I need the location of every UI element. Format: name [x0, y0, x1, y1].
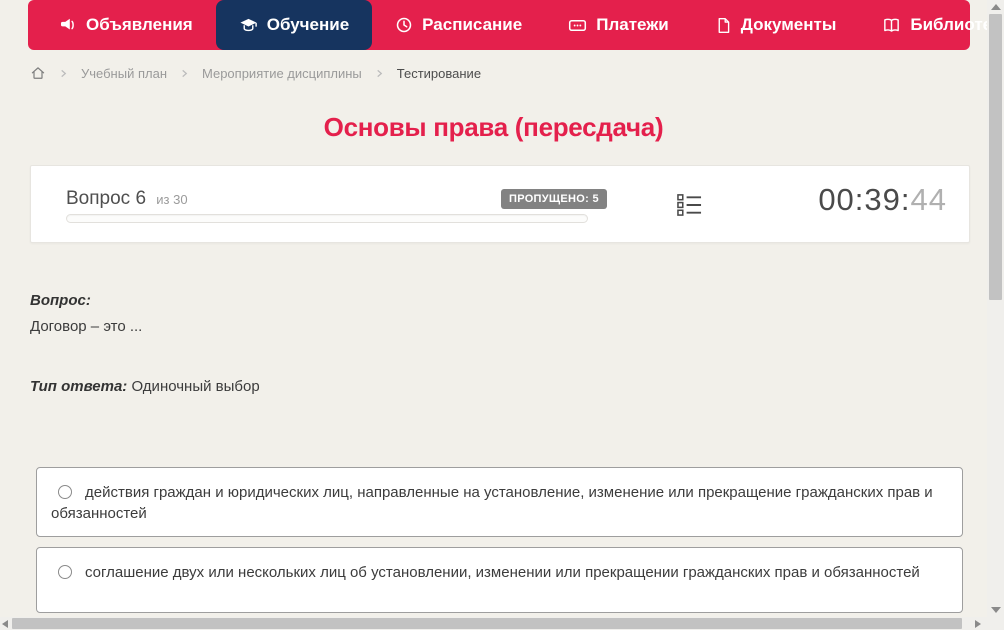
scroll-right-arrow-icon[interactable]: [975, 620, 981, 628]
breadcrumb-item-testing: Тестирование: [396, 65, 482, 81]
clock-icon: [395, 16, 413, 34]
question-label: Вопрос:: [30, 292, 91, 309]
answer-type-value: Одиночный выбор: [131, 378, 260, 395]
question-progress-panel: Вопрос 6 из 30 ПРОПУЩЕНО: 5 00:39:44: [30, 165, 970, 243]
nav-item-label: Платежи: [596, 15, 669, 34]
document-icon: [715, 17, 732, 34]
question-number: Вопрос 6 из 30: [66, 188, 188, 210]
breadcrumb-separator-icon: [59, 69, 68, 78]
nav-item-label: Документы: [740, 15, 837, 34]
vertical-scrollbar-thumb[interactable]: [989, 14, 1002, 300]
breadcrumb-separator-icon: [180, 69, 189, 78]
breadcrumb-item-discipline-event[interactable]: Мероприятие дисциплины: [202, 66, 362, 81]
answer-type-row: Тип ответа: Одиночный выбор: [30, 378, 260, 395]
horizontal-scrollbar[interactable]: [0, 617, 987, 630]
breadcrumb-separator-icon: [375, 69, 384, 78]
question-progress-bar: [66, 214, 588, 223]
breadcrumb-item-curriculum[interactable]: Учебный план: [81, 66, 167, 81]
radio-button[interactable]: [58, 485, 72, 499]
vertical-scrollbar[interactable]: [987, 0, 1004, 617]
nav-item-payments[interactable]: Платежи: [545, 0, 692, 50]
book-icon: [882, 16, 901, 35]
answer-option[interactable]: соглашение двух или нескольких лиц об ус…: [36, 547, 963, 613]
scrollbar-corner: [987, 617, 1004, 630]
question-text: Договор – это ...: [30, 318, 143, 335]
timer-seconds: 44: [910, 182, 947, 217]
nav-item-label: Обучение: [266, 15, 350, 34]
answer-option-text: действия граждан и юридических лиц, напр…: [51, 484, 933, 522]
nav-item-announcements[interactable]: Объявления: [36, 0, 216, 50]
answer-option[interactable]: действия граждан и юридических лиц, напр…: [36, 467, 963, 537]
home-icon[interactable]: [30, 65, 46, 81]
question-of-total: из 30: [156, 192, 188, 207]
question-number-label: Вопрос 6: [66, 188, 147, 209]
scroll-left-arrow-icon[interactable]: [2, 620, 8, 628]
answer-option-text: соглашение двух или нескольких лиц об ус…: [85, 564, 920, 581]
megaphone-icon: [59, 16, 77, 34]
timer: 00:39:44: [818, 182, 947, 218]
skipped-badge: ПРОПУЩЕНО: 5: [501, 189, 607, 209]
scroll-up-arrow-icon[interactable]: [991, 4, 1001, 10]
scroll-down-arrow-icon[interactable]: [991, 607, 1001, 613]
nav-item-label: Расписание: [422, 15, 523, 34]
question-list-icon[interactable]: [677, 192, 702, 222]
breadcrumb: Учебный план Мероприятие дисциплины Тест…: [30, 60, 481, 86]
nav-item-label: Объявления: [86, 15, 193, 34]
radio-button[interactable]: [58, 565, 72, 579]
nav-item-documents[interactable]: Документы: [692, 0, 860, 50]
payment-icon: [568, 16, 587, 35]
main-navbar: Объявления Обучение Расписание Платежи Д…: [28, 0, 1004, 50]
timer-minutes: 00:39:: [818, 182, 911, 217]
horizontal-scrollbar-thumb[interactable]: [12, 618, 962, 629]
answer-type-label: Тип ответа:: [30, 378, 128, 395]
nav-item-schedule[interactable]: Расписание: [372, 0, 545, 50]
graduation-cap-icon: [239, 16, 258, 35]
nav-item-library[interactable]: Библиотека: [859, 0, 1004, 50]
nav-item-learning[interactable]: Обучение: [215, 0, 373, 50]
page-title: Основы права (пересдача): [323, 112, 664, 142]
